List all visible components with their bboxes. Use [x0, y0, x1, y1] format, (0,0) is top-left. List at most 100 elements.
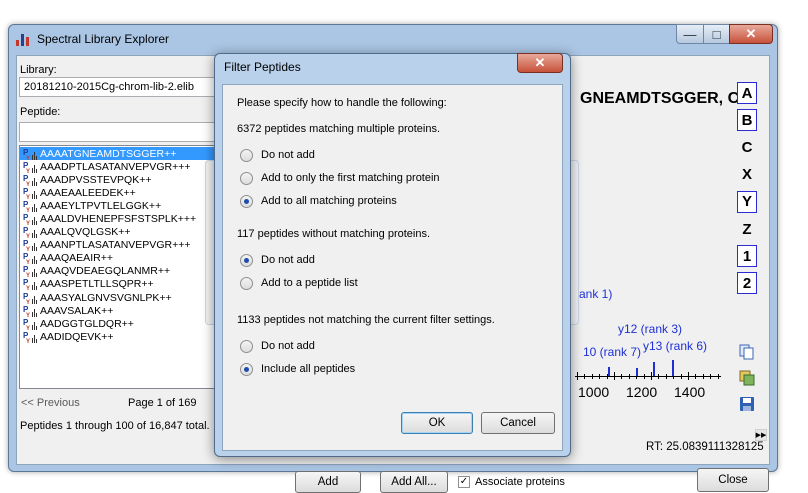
cancel-button[interactable]: Cancel — [481, 412, 555, 434]
radio-unselected-icon[interactable] — [240, 171, 253, 185]
dialog-close-button[interactable]: ✕ — [517, 53, 563, 73]
radio-selected-icon[interactable] — [240, 194, 253, 208]
peptide-icon: PY — [22, 318, 40, 332]
x-axis-tick — [591, 374, 593, 379]
list-item[interactable]: P Y AAAEAALEEDEK++ — [20, 186, 216, 201]
list-item[interactable]: P Y AADGGTGLDQR++ — [20, 317, 216, 332]
radio-option[interactable]: Do not add — [240, 338, 315, 354]
scroll-right-button[interactable]: ▶▶ — [755, 429, 767, 441]
ion-type-button-2[interactable]: 2 — [737, 272, 757, 295]
peptide-sequence: AAAQAEAIR++ — [40, 252, 113, 265]
list-item[interactable]: P Y AAANPTLASATANVEPVGR+++ — [20, 239, 216, 253]
svg-text:Y: Y — [26, 313, 30, 317]
x-axis-tick — [695, 374, 697, 379]
library-select[interactable]: 20181210-2015Cg-chrom-lib-2.elib — [19, 77, 219, 97]
radio-option[interactable]: Add to all matching proteins — [240, 193, 397, 209]
radio-label: Add to a peptide list — [261, 277, 358, 289]
peptide-list[interactable]: P Y AAAATGNEAMDTSGGER++ P Y AAADPTLASATANVEPV… — [19, 145, 217, 389]
ion-type-button-b[interactable]: B — [737, 109, 757, 132]
spectrum-label-y13: y13 (rank 6) — [643, 339, 708, 353]
x-axis — [575, 376, 721, 377]
close-window-button[interactable]: ✕ — [729, 24, 773, 44]
previous-link[interactable]: << Previous — [21, 397, 80, 409]
list-item[interactable]: P Y AAAEYLTPVTLELGGK++ — [20, 199, 216, 214]
ok-button[interactable]: OK — [401, 412, 473, 434]
peptide-sequence: AADGGTGLDQR++ — [40, 317, 134, 330]
list-item[interactable]: P Y AAAATGNEAMDTSGGER++ — [20, 147, 216, 162]
x-axis-tick — [621, 374, 623, 379]
minimize-button[interactable]: — — [676, 24, 704, 44]
copy-icon[interactable] — [739, 344, 755, 360]
radio-option[interactable]: Add to a peptide list — [240, 275, 358, 291]
add-all-button[interactable]: Add All... — [380, 471, 448, 493]
peptide-icon: PY — [22, 331, 40, 345]
list-item[interactable]: P Y AAAQAEAIR++ — [20, 252, 216, 266]
svg-text:Y: Y — [26, 182, 30, 186]
radio-selected-icon[interactable] — [240, 253, 253, 267]
radio-label: Do not add — [261, 254, 315, 266]
ion-type-button-x[interactable]: X — [737, 164, 757, 186]
ion-type-button-z[interactable]: Z — [737, 218, 757, 240]
list-item[interactable]: P Y AAAQVDEAEGQLANMR++ — [20, 265, 216, 279]
radio-unselected-icon[interactable] — [240, 339, 253, 353]
associate-proteins-label: Associate proteins — [475, 476, 565, 488]
peptide-icon: PY — [22, 213, 40, 227]
peptide-sequence: AAAATGNEAMDTSGGER++ — [40, 147, 177, 160]
svg-text:Y: Y — [26, 221, 30, 225]
close-icon: ✕ — [534, 55, 546, 70]
peptide-icon: PY — [22, 174, 40, 188]
x-tick-label: 1400 — [674, 384, 706, 400]
peptide-sequence: AAANPTLASATANVEPVGR+++ — [40, 239, 191, 252]
x-axis-tick — [688, 372, 689, 380]
list-item[interactable]: P Y AAAVSALAK++ — [20, 304, 216, 319]
export-image-icon[interactable] — [739, 370, 755, 386]
close-button[interactable]: Close — [697, 468, 769, 492]
associate-proteins-checkbox[interactable]: ✓ — [458, 476, 470, 488]
svg-text:Y: Y — [26, 234, 30, 238]
list-item[interactable]: P Y AAALQVQLGSK++ — [20, 226, 216, 240]
peptide-sequence: AAASPETLTLLSQPR++ — [40, 278, 154, 291]
maximize-icon: □ — [712, 26, 721, 42]
svg-text:Y: Y — [26, 156, 30, 160]
radio-unselected-icon[interactable] — [240, 276, 253, 290]
peptide-icon: PY — [22, 305, 40, 319]
page-indicator: Page 1 of 169 — [128, 397, 197, 409]
svg-text:Y: Y — [26, 273, 30, 277]
spectrum-peak — [653, 362, 655, 376]
group-heading: 6372 peptides matching multiple proteins… — [237, 123, 441, 135]
ion-type-button-y[interactable]: Y — [737, 190, 757, 213]
x-axis-tick — [658, 374, 660, 379]
radio-option[interactable]: Do not add — [240, 252, 315, 268]
add-button[interactable]: Add — [295, 471, 361, 493]
x-tick-label: 1000 — [578, 384, 610, 400]
peptide-sequence: AAADPVSSTEVPQK++ — [40, 173, 152, 186]
list-item[interactable]: P Y AAADPTLASATANVEPVGR+++ — [20, 160, 216, 175]
x-tick-label: 1200 — [626, 384, 658, 400]
peptide-sequence: AADIDQEVK++ — [40, 330, 114, 343]
list-item[interactable]: P Y AAADPVSSTEVPQK++ — [20, 173, 216, 188]
ion-type-button-1[interactable]: 1 — [737, 245, 757, 268]
radio-selected-icon[interactable] — [240, 362, 253, 376]
list-item[interactable]: P Y AAALDVHENEPFSFSTSPLK+++ — [20, 212, 216, 227]
radio-unselected-icon[interactable] — [240, 148, 253, 162]
radio-option[interactable]: Include all peptides — [240, 361, 355, 377]
radio-label: Add to only the first matching protein — [261, 172, 440, 184]
ion-type-button-c[interactable]: C — [737, 136, 757, 158]
radio-option[interactable]: Do not add — [240, 147, 315, 163]
dialog-body: Please specify how to handle the followi… — [222, 84, 563, 451]
peptide-icon: PY — [22, 200, 40, 214]
ion-type-button-a[interactable]: A — [737, 82, 757, 104]
radio-label: Add to all matching proteins — [261, 195, 397, 207]
peptide-search-input[interactable] — [19, 122, 219, 142]
list-item[interactable]: P Y AAASPETLTLLSQPR++ — [20, 278, 216, 292]
save-icon[interactable] — [739, 396, 755, 412]
maximize-button[interactable]: □ — [703, 24, 730, 44]
x-axis-tick — [680, 374, 682, 379]
list-item[interactable]: P Y AADIDQEVK++ — [20, 330, 216, 345]
svg-text:Y: Y — [26, 208, 30, 212]
retention-time: RT: 25.0839111328125 — [646, 441, 764, 453]
radio-option[interactable]: Add to only the first matching protein — [240, 170, 440, 186]
list-item[interactable]: P Y AAASYALGNVSVGNLPK++ — [20, 291, 216, 306]
svg-text:Y: Y — [26, 286, 30, 290]
peptide-icon: PY — [22, 278, 40, 292]
